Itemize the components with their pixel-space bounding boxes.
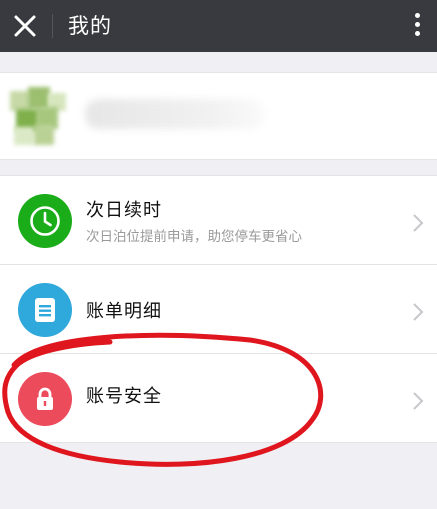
menu-item-label: 账单明细 (86, 301, 162, 322)
chevron-right-icon (413, 214, 424, 232)
menu-item-next-day-renewal[interactable]: 次日续时 次日泊位提前申请，助您停车更省心 (0, 176, 437, 265)
list-icon (18, 283, 72, 337)
menu-item-label: 次日续时 (86, 200, 162, 221)
menu-item-bill-details[interactable]: 账单明细 (0, 265, 437, 354)
chevron-right-icon (413, 392, 424, 410)
menu-item-account-security[interactable]: 账号安全 (0, 354, 437, 442)
title-divider (52, 14, 53, 38)
page-title: 我的 (68, 14, 112, 38)
chevron-right-icon (413, 303, 424, 321)
menu-item-label: 账号安全 (86, 386, 162, 407)
title-bar: 我的 (0, 0, 437, 52)
more-icon[interactable] (407, 10, 427, 42)
menu-item-subtitle: 次日泊位提前申请，助您停车更省心 (86, 229, 302, 245)
clock-icon (18, 194, 72, 248)
close-icon[interactable] (8, 9, 42, 43)
menu-list: 次日续时 次日泊位提前申请，助您停车更省心 账单明细 账号安全 (0, 175, 437, 443)
lock-icon (18, 372, 72, 426)
profile-card[interactable] (0, 72, 437, 160)
avatar (6, 85, 70, 149)
username-blurred (85, 99, 265, 129)
